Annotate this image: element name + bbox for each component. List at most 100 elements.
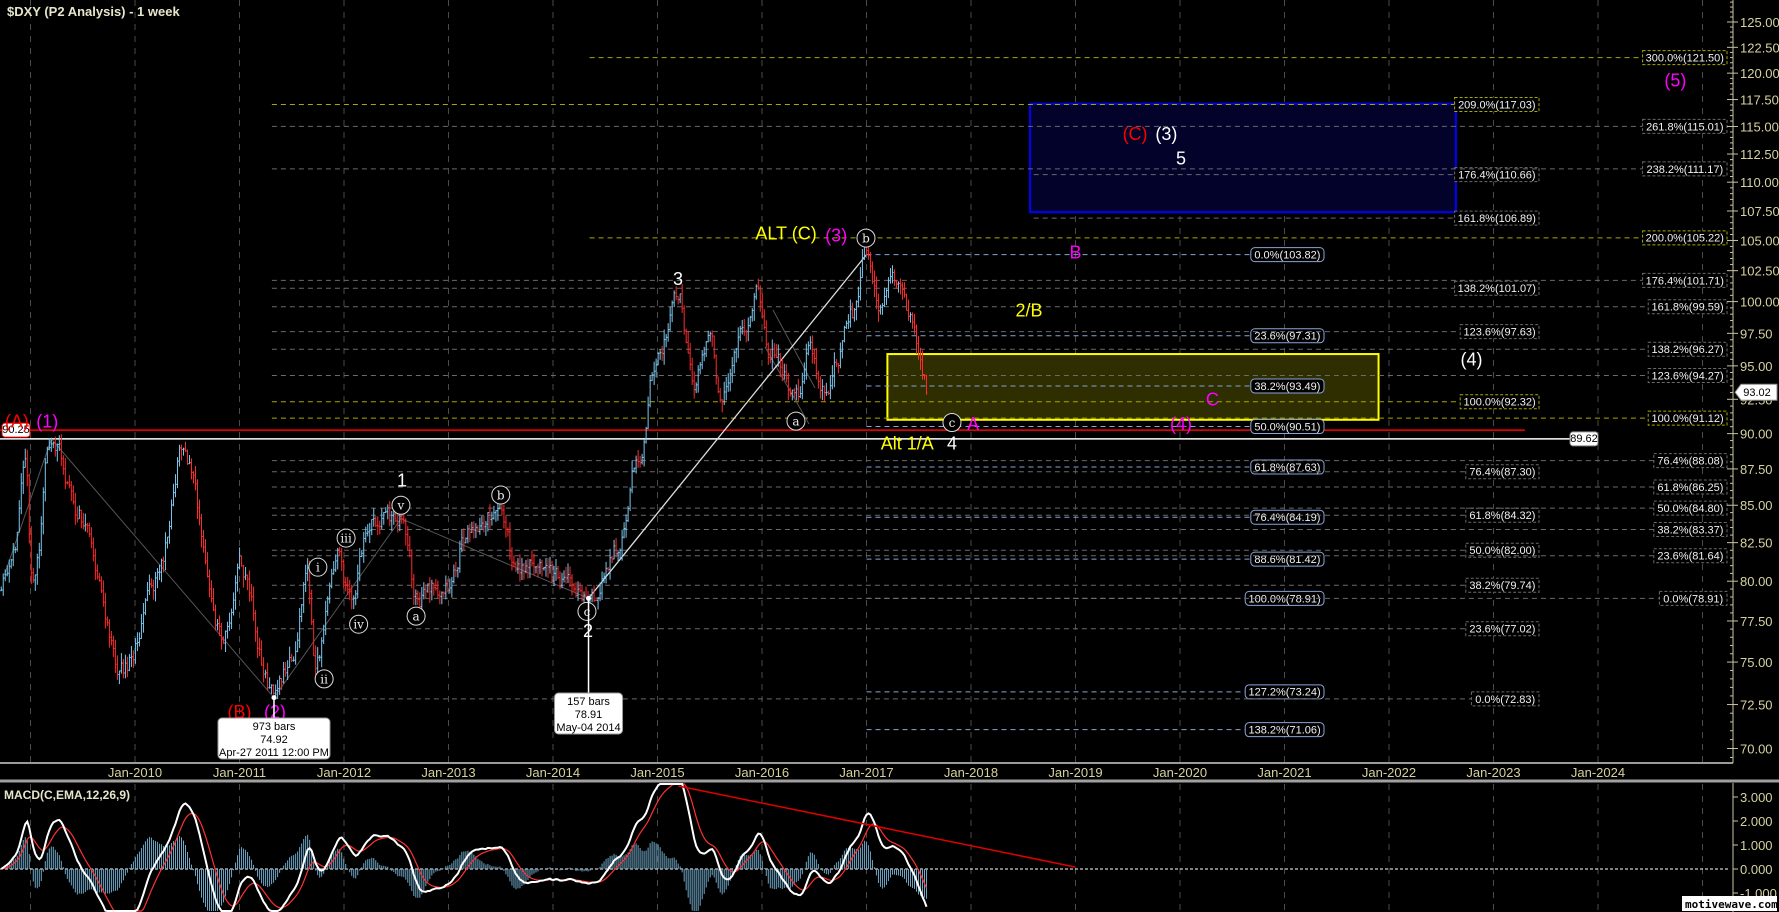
price-bar: [739, 325, 742, 342]
fib-label: 138.2%(101.07): [1458, 283, 1536, 295]
price-bar: [611, 555, 614, 564]
price-bar: [156, 568, 159, 589]
price-bar: [126, 656, 129, 678]
price-bar: [861, 249, 864, 279]
price-bar: [691, 357, 694, 386]
price-bar: [104, 592, 107, 629]
price-bar: [542, 566, 545, 571]
date-tick-label: Jan-2011: [213, 765, 266, 780]
price-bar: [717, 376, 720, 394]
price-bar: [86, 522, 89, 533]
price-bar: [38, 542, 41, 569]
price-bar: [765, 320, 768, 348]
price-bar: [450, 577, 453, 598]
macd-trend-line[interactable]: [678, 785, 1076, 868]
price-bar: [142, 603, 145, 633]
price-bar: [324, 600, 327, 636]
price-bar: [236, 563, 239, 592]
price-bar: [196, 479, 199, 519]
price-bar: [10, 558, 13, 569]
fib-label: 23.6%(81.64): [1657, 551, 1723, 563]
price-bar: [569, 566, 572, 587]
price-bar: [412, 573, 415, 605]
price-bar: [737, 327, 740, 359]
price-bar: [460, 529, 463, 553]
price-bar: [382, 511, 385, 525]
price-bar: [829, 375, 832, 400]
circled-wave-label: iii: [340, 532, 352, 546]
fib-label: 261.8%(115.01): [1646, 121, 1723, 133]
price-bar: [711, 330, 714, 347]
price-bar: [474, 523, 477, 538]
price-bar: [158, 564, 161, 581]
price-bar: [238, 547, 241, 570]
price-bar: [683, 305, 686, 335]
price-bar: [827, 390, 830, 396]
price-tick-label: 87.50: [1740, 462, 1773, 477]
price-bar: [637, 449, 640, 468]
price-bar: [687, 331, 690, 354]
blue-target-zone[interactable]: [1029, 102, 1457, 214]
price-bar: [366, 524, 369, 537]
fib-label: 123.6%(97.63): [1464, 327, 1536, 339]
price-bar: [667, 323, 670, 342]
dxy-chart[interactable]: 90.2589.62 0.0%(103.82)23.6%(97.31)38.2%…: [0, 0, 1779, 912]
price-bar: [609, 548, 612, 580]
price-bar: [362, 531, 365, 563]
price-bar: [849, 299, 852, 328]
price-tick-label: 70.00: [1740, 742, 1773, 757]
price-bar: [490, 511, 493, 526]
fib-label: 38.2%(93.49): [1254, 381, 1320, 393]
price-bar: [204, 539, 207, 565]
date-tick-label: Jan-2015: [630, 765, 684, 780]
price-bar: [294, 641, 297, 665]
price-bar: [907, 299, 910, 321]
price-bar: [194, 465, 197, 491]
price-bar: [94, 548, 97, 580]
fib-label: 161.8%(106.89): [1458, 213, 1536, 225]
price-bar: [877, 293, 880, 322]
price-bar: [665, 334, 668, 348]
price-bar: [731, 356, 734, 384]
circled-wave-label: v: [397, 499, 405, 513]
price-bar: [72, 485, 75, 505]
price-bar: [763, 309, 766, 330]
price-bar: [68, 475, 71, 489]
price-bar: [310, 589, 313, 626]
price-bar: [88, 522, 91, 538]
price-bar: [575, 582, 578, 598]
price-bar: [292, 656, 295, 662]
price-bar: [296, 632, 299, 653]
price-bar: [546, 557, 549, 578]
price-axis[interactable]: 125.00 122.50 120.00 117.50 115.00 112.50 110.…: [1727, 1, 1779, 758]
price-bar: [200, 513, 203, 548]
price-bar: [210, 580, 213, 603]
price-bar: [561, 572, 564, 589]
price-bar: [160, 558, 163, 583]
price-bar: [198, 499, 201, 526]
price-bar: [384, 507, 387, 514]
trend-line[interactable]: [588, 254, 868, 599]
price-bar: [432, 582, 435, 596]
fib-label: 0.0%(103.82): [1254, 250, 1320, 262]
price-bar: [96, 564, 99, 580]
date-tick-label: Jan-2020: [1153, 765, 1207, 780]
price-bar: [124, 654, 127, 679]
price-bar: [28, 473, 31, 544]
price-bar: [651, 372, 654, 382]
price-bar: [388, 501, 391, 527]
price-bar: [264, 669, 267, 679]
price-bar: [260, 640, 263, 666]
wave-label: 3: [673, 269, 683, 289]
price-bar: [416, 590, 419, 606]
price-bar: [871, 261, 874, 285]
price-bar: [607, 566, 610, 572]
price-bar: [839, 342, 842, 369]
price-bar: [268, 677, 271, 689]
price-tick-label: 82.50: [1740, 536, 1773, 551]
wave-label: (4): [1170, 414, 1192, 434]
price-bar: [484, 520, 487, 536]
wave-path: [3, 437, 589, 699]
price-bar: [340, 547, 343, 571]
price-bar: [270, 684, 273, 694]
